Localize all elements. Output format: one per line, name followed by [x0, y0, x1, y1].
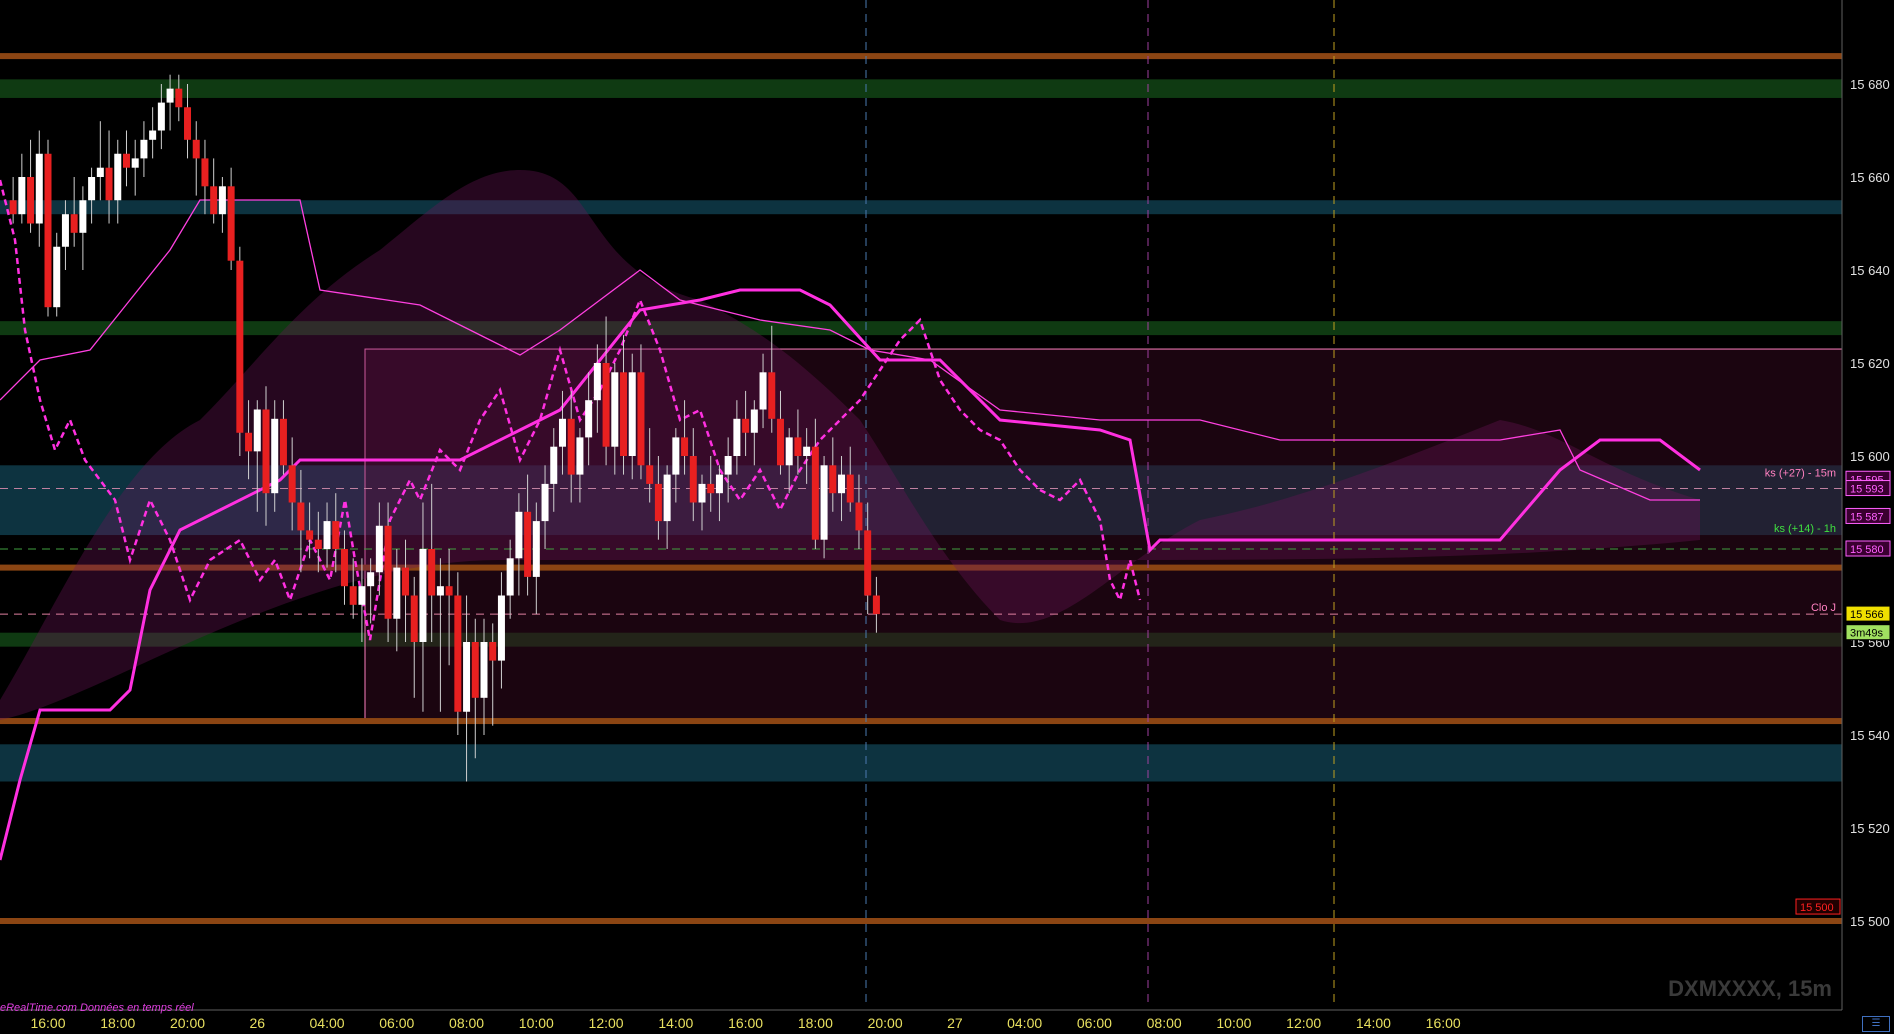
y-tick-label: 15 540	[1850, 728, 1890, 743]
y-tick-label: 15 680	[1850, 77, 1890, 92]
x-tick-label: 20:00	[170, 1015, 205, 1031]
candle	[227, 167, 235, 270]
y-tick-label: 15 500	[1850, 914, 1890, 929]
y-tick-label: 15 600	[1850, 449, 1890, 464]
x-tick-label: 10:00	[519, 1015, 554, 1031]
x-tick-label: 18:00	[100, 1015, 135, 1031]
instrument-watermark: DXMXXXX, 15m	[1668, 976, 1832, 1001]
candle	[9, 177, 17, 224]
level-annotation: Clo J	[1811, 602, 1836, 614]
y-tick-label: 15 660	[1850, 170, 1890, 185]
svg-text:15 566: 15 566	[1850, 609, 1884, 621]
candlestick-chart: 15 680 15 660 15 640 15 620 15 600 15 580 15 5…	[0, 0, 1891, 1031]
x-tick-label: 26	[249, 1015, 265, 1031]
x-tick-label: 12:00	[1286, 1015, 1321, 1031]
y-tick-label: 15 640	[1850, 263, 1890, 278]
price-level-line	[0, 53, 1842, 60]
candle	[218, 177, 226, 233]
svg-text:15 580: 15 580	[1850, 544, 1884, 556]
candle	[236, 246, 244, 456]
x-tick-label: 18:00	[798, 1015, 833, 1031]
price-tag: 15 580	[1845, 540, 1891, 557]
x-tick-label: 12:00	[589, 1015, 624, 1031]
candle	[210, 158, 218, 224]
x-tick-label: 16:00	[1426, 1015, 1461, 1031]
x-tick-label: 16:00	[30, 1015, 65, 1031]
candle	[122, 130, 130, 187]
candle	[192, 121, 200, 196]
candle	[131, 139, 139, 196]
chart-options-button[interactable]: ☰	[1862, 1016, 1890, 1032]
candle	[27, 139, 35, 233]
x-tick-label: 04:00	[310, 1015, 345, 1031]
price-tag: 15 500	[1795, 898, 1841, 915]
svg-text:3m49s: 3m49s	[1850, 628, 1884, 640]
support-zone	[0, 79, 1842, 98]
data-source-note: eRealTime.com Données en temps réel	[0, 1002, 194, 1014]
candle	[140, 121, 148, 177]
candle	[53, 232, 61, 317]
candle	[35, 130, 43, 247]
candle	[454, 572, 462, 735]
x-tick-label: 04:00	[1007, 1015, 1042, 1031]
x-tick-label: 10:00	[1216, 1015, 1251, 1031]
support-zone	[0, 200, 1842, 215]
support-zone	[0, 744, 1842, 782]
price-level-line	[0, 718, 1842, 725]
candle	[79, 186, 87, 270]
y-tick-label: 15 620	[1850, 356, 1890, 371]
level-annotation: ks (+27) - 15m	[1765, 467, 1836, 479]
x-tick-label: 08:00	[1147, 1015, 1182, 1031]
x-tick-label: 14:00	[1356, 1015, 1391, 1031]
candle	[18, 153, 26, 224]
candle	[96, 121, 104, 201]
x-tick-label: 06:00	[379, 1015, 414, 1031]
x-tick-label: 14:00	[658, 1015, 693, 1031]
y-tick-label: 15 520	[1850, 821, 1890, 836]
price-tag: 15 587	[1845, 507, 1891, 524]
candle	[44, 139, 52, 317]
price-tag: 15 566	[1845, 605, 1891, 622]
price-tag: 15 593	[1845, 480, 1891, 497]
candle	[88, 167, 96, 224]
price-level-line	[0, 918, 1842, 924]
svg-text:15 500: 15 500	[1800, 902, 1834, 914]
x-tick-label: 08:00	[449, 1015, 484, 1031]
x-tick-label: 20:00	[868, 1015, 903, 1031]
x-tick-label: 27	[947, 1015, 963, 1031]
x-tick-label: 16:00	[728, 1015, 763, 1031]
svg-text:15 593: 15 593	[1850, 484, 1884, 496]
svg-text:15 587: 15 587	[1850, 511, 1884, 523]
support-zone	[0, 321, 1842, 336]
candle	[149, 107, 157, 159]
price-tag: 3m49s	[1845, 624, 1891, 641]
level-annotation: ks (+14) - 1h	[1774, 523, 1836, 535]
x-tick-label: 06:00	[1077, 1015, 1112, 1031]
